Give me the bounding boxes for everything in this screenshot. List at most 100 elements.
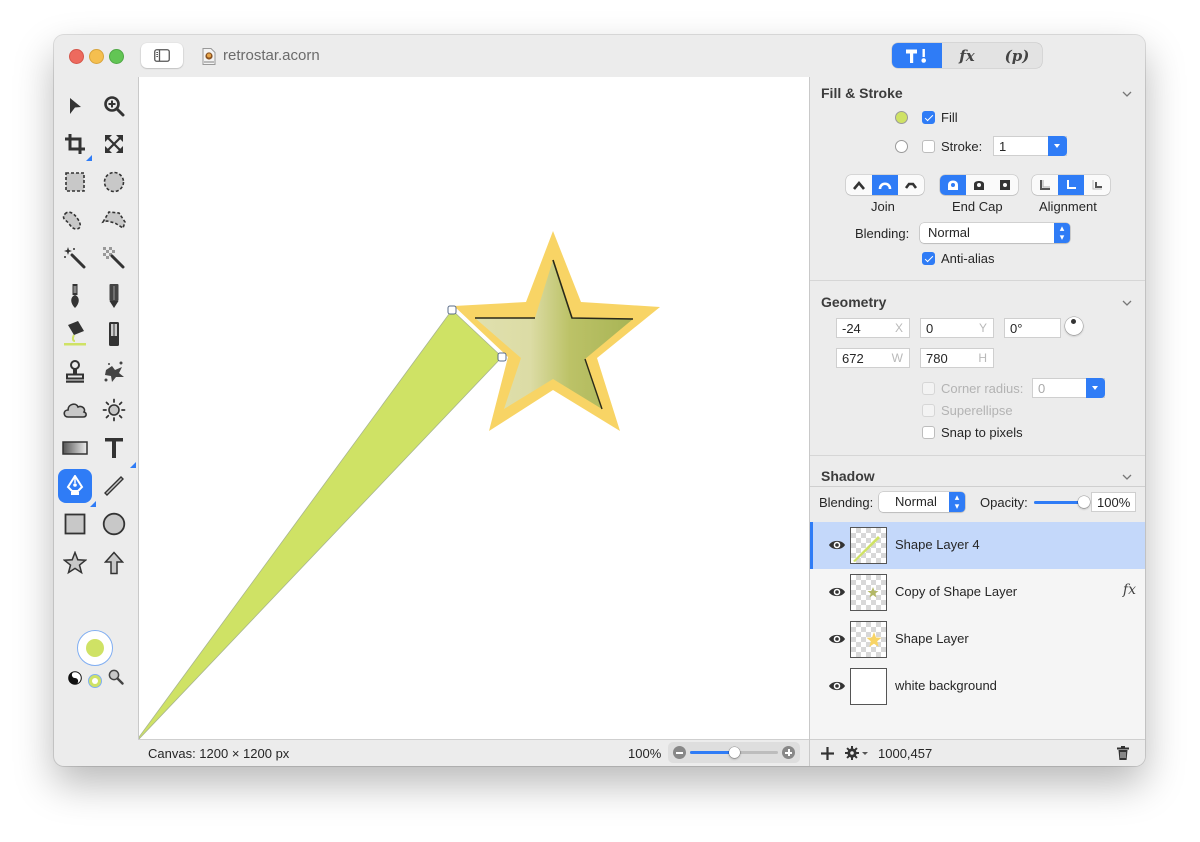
zoom-in-button[interactable] [782,746,795,759]
fill-stroke-toggle[interactable] [88,674,102,688]
ellipse-select-tool[interactable] [100,168,128,196]
add-layer-icon[interactable] [821,747,834,760]
lasso-icon [62,211,82,230]
shooting-streak-shape[interactable] [139,309,503,739]
layer-row[interactable]: Shape Layer 4 [810,522,1145,569]
brush-tool[interactable] [61,282,89,310]
opacity-field[interactable]: 100% [1091,492,1136,512]
fill-checkbox[interactable] [922,111,935,124]
corner-radius-field[interactable]: 0 [1032,378,1105,398]
selection-handle[interactable] [447,305,457,315]
stroke-width-dropdown[interactable] [1048,136,1067,156]
dashed-circle-icon [103,171,125,193]
transform-tool[interactable] [100,130,128,158]
rect-select-tool[interactable] [61,168,89,196]
gradient-tool[interactable] [61,434,89,462]
eye-visibility-icon[interactable] [828,539,846,551]
endcap-butt-button[interactable] [966,175,992,195]
select-arrow-tool[interactable] [61,92,89,120]
align-inside-icon [1092,180,1102,190]
zoom-out-button[interactable] [673,746,686,759]
align-outside-button[interactable] [1032,175,1058,195]
stroke-width-field[interactable]: 1 [993,136,1067,156]
opacity-slider-knob[interactable] [1078,496,1090,508]
trash-icon[interactable] [1117,746,1129,760]
width-field[interactable]: 672 W [836,348,910,368]
join-miter-button[interactable] [846,175,872,195]
layer-effects-badge[interactable]: fx [1123,582,1136,598]
sun-tool[interactable] [100,396,128,424]
corner-radius-checkbox[interactable] [922,382,935,395]
smudge-tool[interactable] [100,358,128,386]
plugins-tab[interactable]: (p) [992,43,1042,68]
butt-cap-icon [974,181,984,190]
zoom-tool[interactable] [100,92,128,120]
app-window: retrostar.acorn fx (p) Canvas: 1200 × 12… [54,35,1145,766]
layer-row[interactable]: Copy of Shape Layer fx [810,569,1145,616]
fill-color-well[interactable] [895,111,908,124]
color-select-tool[interactable] [100,244,128,272]
eye-visibility-icon[interactable] [828,633,846,645]
superellipse-checkbox[interactable] [922,404,935,417]
toggle-sidebar-button[interactable] [141,43,183,68]
opacity-slider[interactable] [1034,496,1090,508]
pencil-tool[interactable] [100,282,128,310]
y-field[interactable]: 0Y [920,318,994,338]
align-inside-button[interactable] [1084,175,1110,195]
line-tool[interactable] [100,472,128,500]
zoom-slider-knob[interactable] [729,747,740,758]
bezier-pen-tool[interactable] [58,469,96,507]
corner-radius-value: 0 [1038,381,1046,396]
snap-to-pixels-checkbox[interactable] [922,426,935,439]
chevron-down-icon[interactable] [1122,472,1132,482]
tools-tab[interactable] [892,43,942,68]
text-tool[interactable] [100,434,136,468]
magic-wand-tool[interactable] [61,244,89,272]
color-well[interactable] [77,630,113,666]
polygon-lasso-tool[interactable] [100,206,128,234]
align-center-button[interactable] [1058,175,1084,195]
x-field[interactable]: -24 X [836,318,910,338]
clone-stamp-tool[interactable] [61,358,89,386]
rectangle-shape-tool[interactable] [61,510,89,538]
layer-actions-menu[interactable] [845,745,869,764]
lasso-tool[interactable] [61,206,89,234]
color-picker-loupe[interactable] [108,669,124,688]
paint-bucket-tool[interactable] [61,320,89,348]
selection-handle[interactable] [497,352,507,362]
blending-label: Blending: [855,226,910,241]
join-bevel-button[interactable] [898,175,924,195]
eye-visibility-icon[interactable] [828,586,846,598]
zoom-slider[interactable] [690,747,778,758]
swap-colors-button[interactable] [68,671,82,688]
star-shape-tool[interactable] [61,549,89,577]
oval-shape-tool[interactable] [100,510,128,538]
close-window-button[interactable] [69,49,84,64]
image-canvas[interactable] [139,77,810,739]
layer-row[interactable]: white background [810,663,1145,710]
corner-radius-dropdown[interactable] [1086,378,1105,398]
blending-popup[interactable]: Normal ▴ ▾ [920,223,1070,243]
stroke-color-well[interactable] [895,140,908,153]
rotation-field[interactable]: 0° [1004,318,1061,338]
height-field[interactable]: 780 H [920,348,994,368]
eraser-tool[interactable] [100,320,128,348]
endcap-square-button[interactable] [992,175,1018,195]
shadow-blending-popup[interactable]: Normal ▴ ▾ [879,492,965,512]
layer-name: white background [895,678,997,693]
stroke-checkbox[interactable] [922,140,935,153]
endcap-round-button[interactable] [940,175,966,195]
rotation-dial[interactable] [1065,317,1083,335]
antialias-checkbox[interactable] [922,252,935,265]
arrow-shape-tool[interactable] [100,549,128,577]
minimize-window-button[interactable] [89,49,104,64]
zoom-window-button[interactable] [109,49,124,64]
crop-tool[interactable] [61,130,92,161]
chevron-down-icon[interactable] [1122,89,1132,99]
cloud-tool[interactable] [61,396,89,424]
eye-visibility-icon[interactable] [828,680,846,692]
chevron-down-icon[interactable] [1122,298,1132,308]
layer-row[interactable]: Shape Layer [810,616,1145,663]
filters-tab[interactable]: fx [942,43,992,68]
join-round-button[interactable] [872,175,898,195]
